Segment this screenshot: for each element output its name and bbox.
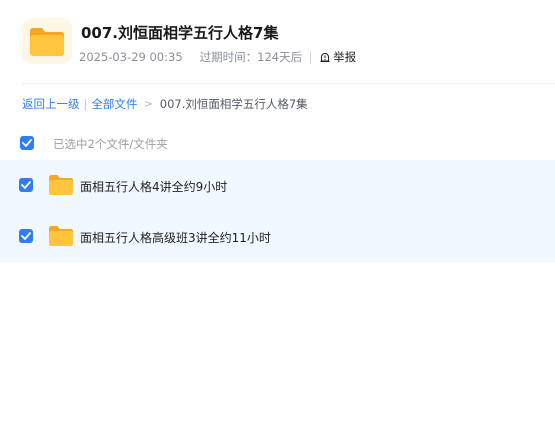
file-checkbox[interactable]	[19, 229, 33, 243]
breadcrumb-separator: |	[83, 97, 88, 111]
breadcrumb-back-link[interactable]: 返回上一级	[22, 96, 80, 112]
header-divider	[22, 83, 555, 84]
share-page: 007.刘恒面相学五行人格7集 2025-03-29 00:35 过期时间： 1…	[0, 0, 555, 438]
meta-divider	[310, 50, 312, 64]
breadcrumb-arrow: >	[144, 98, 153, 110]
check-icon	[21, 232, 31, 240]
share-date: 2025-03-29 00:35	[79, 50, 183, 64]
folder-icon	[49, 175, 73, 195]
breadcrumb-all-files-link[interactable]: 全部文件	[91, 96, 137, 112]
file-checkbox[interactable]	[19, 178, 33, 192]
breadcrumb-current: 007.刘恒面相学五行人格7集	[159, 97, 308, 111]
expire-value: 124天后	[257, 50, 303, 64]
check-icon	[21, 181, 31, 189]
check-icon	[22, 139, 32, 147]
file-row[interactable]: 面相五行人格4讲全约9小时	[0, 160, 555, 211]
select-all-checkbox[interactable]	[20, 136, 34, 150]
file-row[interactable]: 面相五行人格高级班3讲全约11小时	[0, 211, 555, 262]
share-header: 007.刘恒面相学五行人格7集 2025-03-29 00:35 过期时间： 1…	[0, 0, 555, 84]
report-button[interactable]: 举报	[319, 49, 356, 65]
selection-count: 已选中2个文件/文件夹	[53, 137, 168, 151]
report-label: 举报	[333, 50, 357, 64]
file-name[interactable]: 面相五行人格高级班3讲全约11小时	[80, 229, 271, 246]
warning-icon	[320, 52, 330, 63]
share-meta: 2025-03-29 00:35 过期时间： 124天后 举报	[79, 49, 356, 65]
header-folder-icon	[22, 18, 72, 64]
share-title: 007.刘恒面相学五行人格7集	[81, 24, 279, 42]
file-name[interactable]: 面相五行人格4讲全约9小时	[80, 178, 227, 195]
expire-label: 过期时间：	[199, 50, 258, 64]
file-list: 面相五行人格4讲全约9小时 面相五行人格高级班3讲全约11小时	[0, 160, 555, 262]
breadcrumb: 返回上一级 | 全部文件 > 007.刘恒面相学五行人格7集	[22, 96, 308, 112]
folder-icon	[49, 226, 73, 246]
select-all-bar: 已选中2个文件/文件夹	[0, 128, 555, 158]
